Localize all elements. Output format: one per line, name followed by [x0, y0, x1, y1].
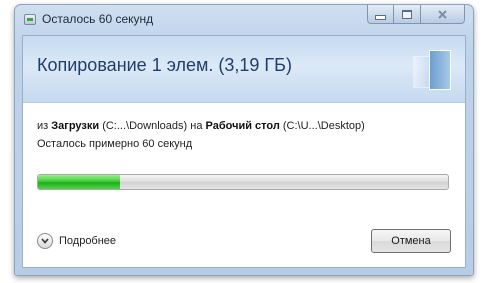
from-word: из — [37, 120, 49, 132]
dialog-content: Копирование 1 элем. (3,19 ГБ) из Загрузк… — [22, 35, 466, 268]
copy-header-title: Копирование 1 элем. (3,19 ГБ) — [37, 55, 292, 75]
maximize-button[interactable] — [394, 5, 421, 24]
minimize-icon — [375, 14, 386, 20]
close-icon — [438, 9, 447, 19]
window-title: Осталось 60 секунд — [42, 12, 154, 26]
dialog-footer: Подробнее Отмена — [23, 219, 465, 267]
destination-link[interactable]: Рабочий стол — [206, 120, 280, 132]
minimize-button[interactable] — [367, 5, 394, 24]
caption-buttons — [367, 5, 465, 25]
copy-animation-icon — [409, 46, 455, 90]
copy-dialog-window: Осталось 60 секунд Копирование 1 элем. (… — [14, 4, 474, 276]
copy-dialog-icon — [24, 14, 36, 25]
title-bar[interactable]: Осталось 60 секунд — [15, 5, 473, 35]
source-path: (C:...\Downloads) — [102, 120, 188, 132]
copy-progress-bar — [37, 174, 449, 190]
close-button[interactable] — [421, 5, 465, 24]
more-details-toggle[interactable]: Подробнее — [37, 233, 116, 249]
source-destination-line: из Загрузки (C:...\Downloads) на Рабочий… — [37, 120, 365, 132]
progress-fill — [38, 175, 120, 189]
header-band: Копирование 1 элем. (3,19 ГБ) — [23, 36, 465, 103]
chevron-down-circle-icon — [37, 233, 53, 249]
more-details-label: Подробнее — [59, 235, 117, 247]
to-word: на — [190, 120, 203, 132]
maximize-icon — [402, 9, 412, 19]
cancel-button[interactable]: Отмена — [371, 229, 451, 253]
time-remaining: Осталось примерно 60 секунд — [37, 138, 193, 150]
destination-path: (C:\U...\Desktop) — [282, 120, 365, 132]
file-page-shape — [429, 50, 451, 90]
source-link[interactable]: Загрузки — [51, 120, 99, 132]
